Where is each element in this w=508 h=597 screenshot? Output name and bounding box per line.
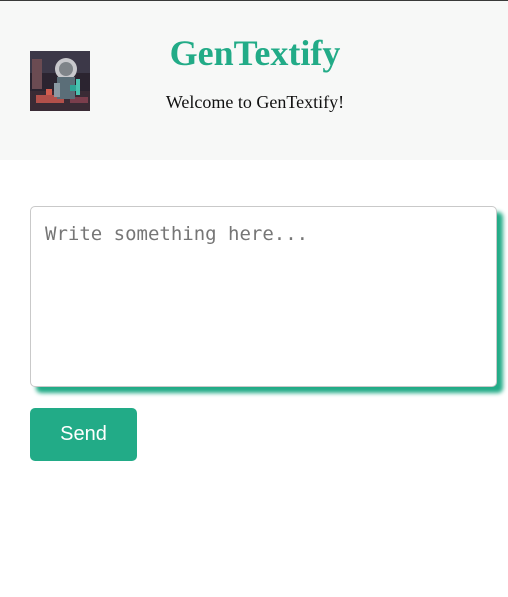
send-button[interactable]: Send (30, 408, 137, 461)
page-title: GenTextify (169, 33, 341, 73)
welcome-subtitle: Welcome to GenTextify! (165, 92, 345, 112)
header: GenTextify Welcome to GenTextify! (0, 1, 508, 160)
message-input[interactable] (30, 206, 497, 387)
